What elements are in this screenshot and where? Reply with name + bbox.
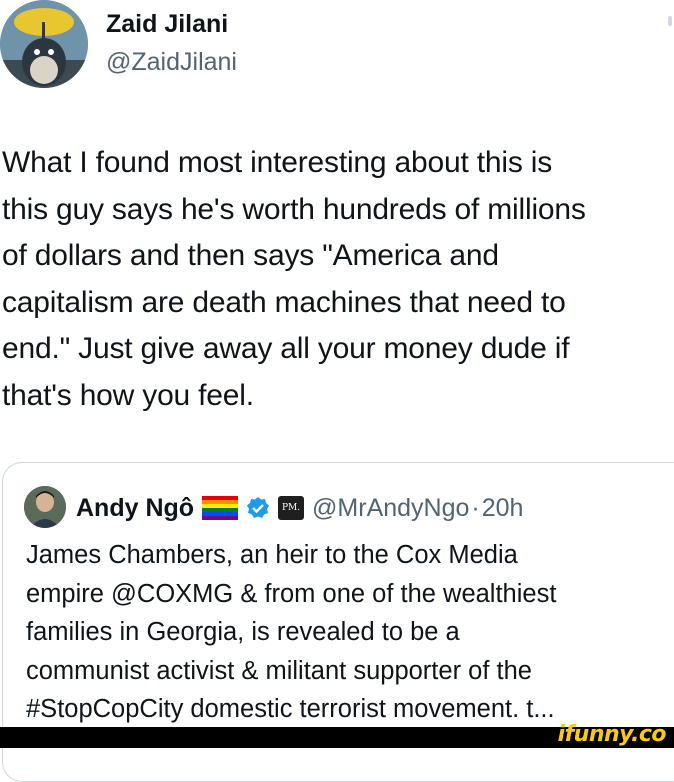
pm-affiliate-icon: PM. (278, 496, 305, 520)
quoted-tweet-time[interactable]: 20h (482, 494, 524, 523)
more-icon[interactable] (668, 16, 672, 26)
quoted-author-name[interactable]: Andy Ngô (76, 494, 194, 523)
quoted-tweet-header: Andy Ngô PM. @MrAndyNgo · 20h (76, 490, 523, 526)
quoted-author-handle[interactable]: @MrAndyNgo (312, 494, 469, 523)
rainbow-flag-icon (202, 496, 239, 520)
quoted-author-avatar[interactable] (24, 486, 66, 528)
ifunny-watermark-logo: ifunny.co (557, 722, 667, 747)
author-avatar[interactable] (0, 0, 88, 88)
author-handle[interactable]: @ZaidJilani (106, 48, 237, 77)
quoted-tweet-text: James Chambers, an heir to the Cox Media… (26, 541, 557, 723)
author-display-name[interactable]: Zaid Jilani (106, 10, 228, 39)
tweet-text: What I found most interesting about this… (2, 146, 586, 412)
separator-dot: · (471, 493, 480, 522)
verified-check-icon (246, 496, 270, 520)
